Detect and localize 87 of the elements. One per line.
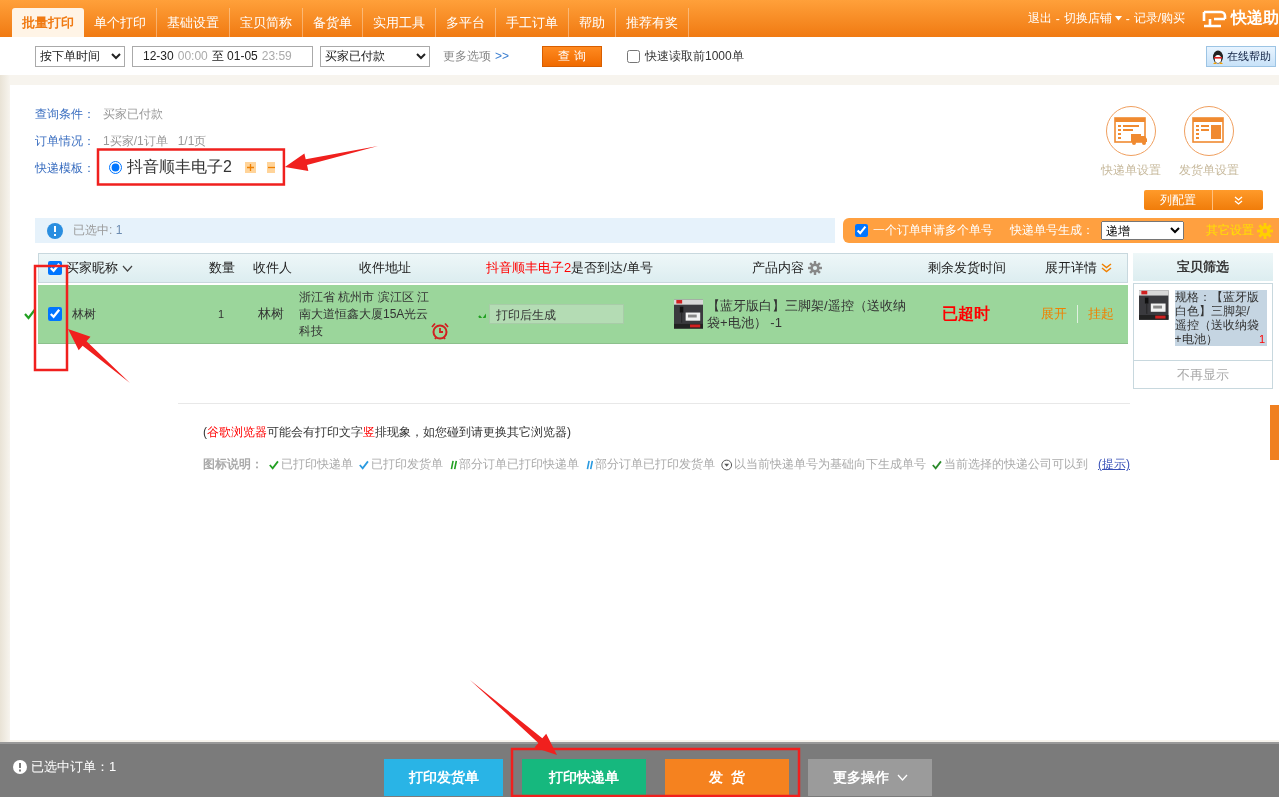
row-action-link[interactable]: 展开 — [1040, 305, 1067, 323]
multi-number-checkbox[interactable] — [855, 224, 868, 237]
separator-text: - — [1055, 11, 1060, 26]
browser-notice: (谷歌浏览器可能会有打印文字竖排现象，如您碰到请更换其它浏览器) — [203, 424, 572, 441]
action-button[interactable]: 打印快递单 — [522, 759, 646, 796]
remove-icon — [266, 161, 275, 173]
nav-tab[interactable]: 批量打印 — [12, 8, 84, 37]
column-config-button[interactable]: 列配置 — [1144, 190, 1263, 210]
field-value: 买家已付款 — [103, 105, 163, 123]
header-link[interactable]: 切换店铺 — [1063, 10, 1122, 27]
check-icon — [358, 458, 369, 471]
info-icon — [47, 222, 63, 239]
legend-text: 当前选择的快递公司可以到 — [944, 456, 1088, 473]
field-label: 查询条件： — [35, 105, 95, 123]
column-header: 产品内容 — [752, 259, 804, 277]
double-slash-icon — [448, 458, 457, 471]
double-chevron-icon — [1233, 195, 1243, 205]
penguin-icon — [1211, 48, 1225, 64]
number-mode-dropdown[interactable]: 递增 — [1101, 221, 1184, 240]
logo-text: 快递助 — [1231, 8, 1279, 28]
item-count: 1 — [1258, 332, 1265, 346]
select-all-checkbox[interactable] — [48, 261, 62, 275]
separator-text: - — [1125, 11, 1130, 26]
logo-icon — [1201, 8, 1227, 29]
template-name: 抖音顺丰电子2 — [127, 156, 232, 177]
legend-label: 图标说明： — [203, 456, 263, 473]
legend-text: 以当前快递单号为基础向下生成单号 — [734, 456, 927, 473]
address-text: 浙江省 杭州市 滨江区 江南大道恒鑫大厦15A光云科技 — [299, 288, 430, 340]
legend-text: 部分订单已打印发货单 — [594, 456, 715, 473]
panel-title: 宝贝筛选 — [1133, 253, 1273, 281]
add-icon — [244, 161, 256, 173]
chevron-down-icon — [122, 264, 133, 272]
action-button[interactable]: 打印发货单 — [384, 759, 503, 796]
action-button[interactable]: 发 货 — [665, 759, 789, 796]
double-chevron-icon — [1100, 263, 1112, 273]
selected-orders-text: 已选中订单：1 — [31, 758, 117, 776]
truck-form-icon — [1113, 116, 1149, 146]
field-value: 1买家/1订单 1/1页 — [103, 132, 207, 150]
spec-text[interactable]: 规格：【蓝牙版白色】三脚架/遥控（送收纳袋+电池） — [1174, 290, 1259, 346]
checkbox-label: 一个订单申请多个单号 — [873, 222, 993, 239]
check-icon — [269, 458, 279, 471]
quantity-text: 1 — [216, 308, 226, 320]
tracking-field: 打印后生成 — [489, 304, 624, 324]
more-options-link[interactable]: 更多选项 >> — [443, 47, 509, 65]
checkbox-label: 快速读取前1000单 — [645, 47, 744, 65]
receiver-name: 林树 — [257, 305, 285, 323]
online-help-button[interactable]: 在线帮助 — [1206, 45, 1276, 67]
legend-text: 部分订单已打印快递单 — [458, 456, 579, 473]
query-button[interactable]: 查 询 — [542, 45, 602, 67]
column-header: 剩余发货时间 — [928, 259, 1006, 277]
gear-icon — [1257, 222, 1273, 239]
down-circle-icon — [720, 457, 733, 472]
column-header: 展开详情 — [1044, 259, 1097, 277]
legend-text: 已打印快递单 — [280, 456, 353, 473]
action-button[interactable]: 更多操作 — [808, 759, 932, 796]
column-header: 数量 — [209, 259, 235, 277]
form-icon — [1191, 116, 1227, 146]
field-label: 快递单号生成： — [1010, 222, 1094, 239]
quick-read-checkbox[interactable] — [627, 49, 640, 63]
template-radio[interactable] — [109, 160, 122, 174]
row-checkbox[interactable] — [48, 307, 62, 321]
product-text: 【蓝牙版白】三脚架/遥控（送收纳袋+电池） -1 — [707, 297, 906, 331]
overdue-status: 已超时 — [941, 303, 991, 324]
column-header: 收件人 — [252, 259, 292, 277]
field-label: 订单情况： — [35, 132, 95, 150]
tip-link[interactable]: (提示) — [1098, 456, 1130, 473]
header-link[interactable]: 记录/购买 — [1133, 10, 1185, 27]
field-label: 快递模板： — [35, 159, 95, 177]
header-link[interactable]: 退出 — [1027, 10, 1052, 27]
status-dropdown[interactable]: 买家已付款 — [320, 45, 430, 67]
column-header: 抖音顺丰电子2是否到达/单号 — [486, 259, 653, 277]
date-range-field[interactable]: 12-30 00:00 至 01-05 23:59 — [132, 45, 313, 67]
double-slash-icon — [584, 458, 593, 471]
gear-icon — [808, 261, 822, 275]
chevron-down-icon — [896, 774, 908, 781]
check-icon — [932, 458, 942, 471]
warning-icon — [13, 760, 27, 774]
row-action-link[interactable]: 挂起 — [1076, 305, 1114, 323]
settings-button[interactable]: 发货单设置 — [1179, 106, 1239, 190]
column-header: 收件地址 — [358, 259, 411, 277]
legend-text: 已打印发货单 — [370, 456, 443, 473]
buyer-name: 林树 — [72, 305, 96, 323]
selected-count-text: 已选中: 1 — [73, 222, 123, 239]
hide-link[interactable]: 不再显示 — [1134, 361, 1272, 388]
settings-button[interactable]: 快递单设置 — [1101, 106, 1161, 190]
alarm-clock-icon — [431, 321, 449, 340]
sort-dropdown[interactable]: 按下单时间 — [35, 45, 125, 67]
